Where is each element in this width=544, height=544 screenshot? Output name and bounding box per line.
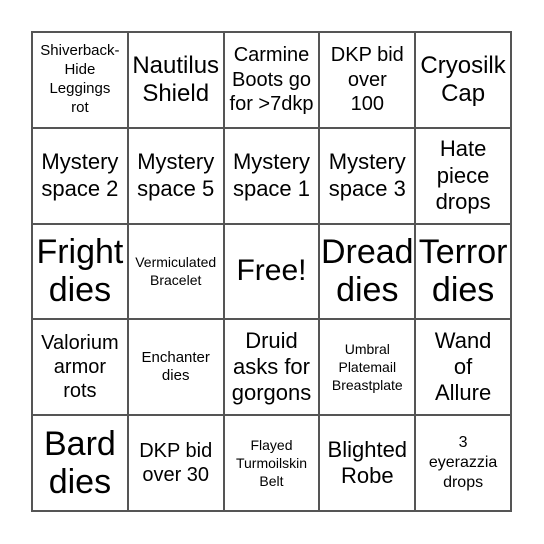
bingo-cell[interactable]: Wand of Allure <box>415 319 511 416</box>
bingo-cell[interactable]: Cryosilk Cap <box>415 32 511 128</box>
bingo-cell[interactable]: Flayed Turmoilskin Belt <box>223 415 320 511</box>
bingo-cell[interactable]: Bard dies <box>32 415 128 511</box>
cell-text: Bard dies <box>43 425 116 502</box>
free-space-cell[interactable]: Free! <box>223 223 320 320</box>
cell-text: Umbral Platemail Breastplate <box>331 341 403 394</box>
cell-text: Cryosilk Cap <box>420 51 506 107</box>
bingo-cell[interactable]: Nautilus Shield <box>127 32 224 128</box>
bingo-cell[interactable]: 3 eyerazzia drops <box>415 415 511 511</box>
cell-text: Wand of Allure <box>434 327 492 406</box>
cell-text: Fright dies <box>36 233 124 310</box>
cell-text: Dread dies <box>320 233 414 310</box>
bingo-cell[interactable]: Fright dies <box>32 223 128 320</box>
cell-text: DKP bid over 100 <box>330 44 404 116</box>
cell-text: Druid asks for gorgons <box>231 327 312 406</box>
cell-text: 3 eyerazzia drops <box>428 434 498 492</box>
bingo-cell[interactable]: Enchanter dies <box>127 319 224 416</box>
bingo-cell[interactable]: Umbral Platemail Breastplate <box>319 319 416 416</box>
cell-text: DKP bid over 30 <box>139 439 213 487</box>
bingo-cell[interactable]: Mystery space 3 <box>319 127 416 224</box>
bingo-board: Shiverback-Hide Leggings rot Nautilus Sh… <box>31 31 512 512</box>
cell-text: Carmine Boots go for >7dkp <box>229 44 314 116</box>
bingo-cell[interactable]: Hate piece drops <box>415 127 511 224</box>
cell-text: Mystery space 3 <box>328 149 406 201</box>
cell-text: Enchanter dies <box>141 348 210 385</box>
bingo-cell[interactable]: Blighted Robe <box>319 415 416 511</box>
cell-text: Mystery space 5 <box>137 149 215 201</box>
bingo-cell[interactable]: Carmine Boots go for >7dkp <box>223 32 320 128</box>
bingo-cell[interactable]: Dread dies <box>319 223 416 320</box>
bingo-cell[interactable]: Shiverback-Hide Leggings rot <box>32 32 128 128</box>
cell-text: Valorium armor rots <box>41 331 119 403</box>
cell-text: Mystery space 1 <box>232 149 311 201</box>
cell-text: Vermiculated Bracelet <box>135 254 217 289</box>
bingo-cell[interactable]: Vermiculated Bracelet <box>127 223 224 320</box>
cell-text: Shiverback-Hide Leggings rot <box>40 42 120 116</box>
bingo-cell[interactable]: Terror dies <box>415 223 511 320</box>
bingo-cell[interactable]: Valorium armor rots <box>32 319 128 416</box>
cell-text: Blighted Robe <box>327 436 408 489</box>
bingo-cell[interactable]: DKP bid over 100 <box>319 32 416 128</box>
cell-text: Free! <box>236 254 307 288</box>
cell-text: Hate piece drops <box>435 136 491 214</box>
cell-text: Nautilus Shield <box>132 51 220 107</box>
cell-text: Terror dies <box>418 233 508 310</box>
bingo-cell[interactable]: DKP bid over 30 <box>127 415 224 511</box>
bingo-cell[interactable]: Druid asks for gorgons <box>223 319 320 416</box>
cell-text: Flayed Turmoilskin Belt <box>235 436 308 490</box>
bingo-cell[interactable]: Mystery space 1 <box>223 127 320 224</box>
bingo-cell[interactable]: Mystery space 2 <box>32 127 128 224</box>
cell-text: Mystery space 2 <box>41 149 119 201</box>
bingo-cell[interactable]: Mystery space 5 <box>127 127 224 224</box>
